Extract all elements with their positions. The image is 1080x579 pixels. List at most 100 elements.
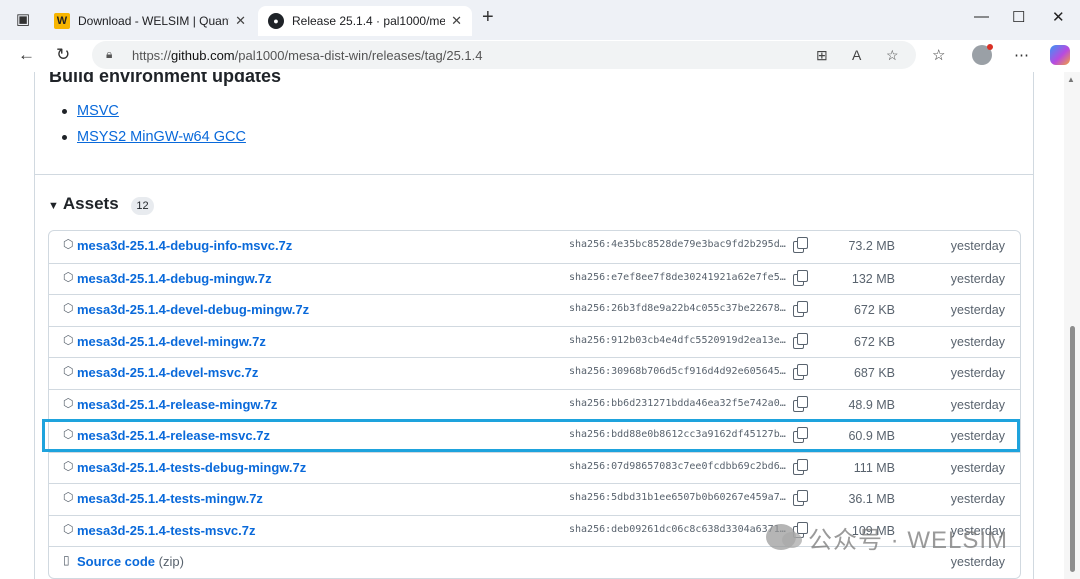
url-text[interactable]: https://github.com/pal1000/mesa-dist-win… [132, 48, 483, 63]
package-icon: ⬡ [63, 490, 74, 504]
section-divider [34, 174, 1033, 175]
package-icon: ⬡ [63, 269, 74, 284]
asset-link[interactable]: mesa3d-25.1.4-devel-msvc.7z [77, 365, 258, 380]
asset-row: ⬡ mesa3d-25.1.4-tests-mingw.7z sha256:5d… [49, 483, 1020, 515]
scrollbar-thumb[interactable] [1070, 326, 1075, 572]
asset-size: 132 MB [851, 271, 895, 286]
read-aloud-icon[interactable]: A [852, 47, 861, 63]
asset-link[interactable]: mesa3d-25.1.4-tests-mingw.7z [77, 491, 263, 506]
more-options-icon[interactable]: ⋯ [1014, 46, 1029, 64]
asset-sha: sha256:deb09261dc06c8c638d3304a63710… [569, 523, 787, 535]
asset-size: 672 KB [853, 334, 895, 349]
package-icon: ⬡ [63, 395, 74, 410]
asset-sha: sha256:bb6d231271bdda46ea32f5e742a08… [569, 397, 787, 409]
asset-size: 687 KB [853, 366, 895, 380]
address-bar[interactable]: 🔒︎ https://github.com/pal1000/mesa-dist-… [92, 41, 916, 69]
asset-date: yesterday [950, 334, 1005, 349]
scroll-up-icon[interactable]: ▲ [1067, 75, 1075, 84]
build-item-link-msvc[interactable]: MSVC [77, 103, 119, 119]
url-path: /pal1000/mesa-dist-win/releases/tag/25.1… [234, 48, 483, 63]
asset-link[interactable]: mesa3d-25.1.4-release-mingw.7z [77, 397, 277, 412]
highlight-box [42, 419, 1020, 452]
package-icon: ⬡ [63, 237, 74, 251]
copy-icon[interactable] [793, 395, 808, 412]
assets-count-badge: 12 [131, 197, 154, 215]
tab-github-release[interactable]: ● Release 25.1.4 · pal1000/mesa-dist-win… [258, 6, 472, 36]
back-arrow-icon[interactable]: ← [18, 45, 35, 65]
asset-date: yesterday [950, 271, 1005, 286]
tab-actions-icon[interactable]: ▣ [16, 10, 30, 28]
watermark-text: 公众号 · WELSIM [808, 526, 1009, 554]
copy-icon[interactable] [793, 490, 808, 506]
close-window-icon[interactable]: ✕ [1052, 8, 1065, 26]
tab-title: Download - WELSIM | Quantify the [78, 14, 229, 28]
tab-bar: ▣ W Download - WELSIM | Quantify the ✕ ●… [0, 0, 1080, 40]
file-zip-icon: ▯ [63, 553, 70, 567]
asset-link[interactable]: mesa3d-25.1.4-tests-msvc.7z [77, 523, 256, 538]
tab-welsim[interactable]: W Download - WELSIM | Quantify the ✕ [44, 6, 256, 36]
asset-row: ⬡ mesa3d-25.1.4-devel-debug-mingw.7z sha… [49, 294, 1020, 326]
copy-icon[interactable] [793, 332, 808, 349]
asset-date: yesterday [950, 303, 1005, 317]
package-icon: ⬡ [63, 332, 74, 347]
copy-icon[interactable] [793, 269, 808, 286]
asset-sha: sha256:5dbd31b1ee6507b0b60267e459a77… [569, 492, 787, 503]
page-viewport: Build environment updates MSVC MSYS2 Min… [0, 72, 1064, 579]
source-code-suffix: (zip) [155, 554, 184, 569]
package-icon: ⬡ [63, 458, 74, 473]
asset-link[interactable]: mesa3d-25.1.4-devel-mingw.7z [77, 334, 266, 349]
asset-link[interactable]: mesa3d-25.1.4-debug-info-msvc.7z [77, 238, 292, 253]
package-icon: ⬡ [63, 364, 74, 378]
asset-sha: sha256:4e35bc8528de79e3bac9fd2b295dd… [569, 239, 787, 250]
asset-link[interactable]: mesa3d-25.1.4-tests-debug-mingw.7z [77, 460, 306, 475]
asset-sha: sha256:e7ef8ee7f8de30241921a62e7fe56… [569, 271, 787, 283]
favorites-icon[interactable]: ☆ [932, 46, 945, 64]
close-icon[interactable]: ✕ [451, 13, 462, 29]
bullet-icon [62, 134, 67, 140]
asset-size: 73.2 MB [848, 239, 895, 253]
url-domain: github.com [171, 48, 235, 63]
close-icon[interactable]: ✕ [235, 13, 246, 29]
tab-title: Release 25.1.4 · pal1000/mesa-dist-win [292, 14, 446, 28]
build-item: MSYS2 MinGW-w64 GCC [62, 129, 246, 145]
copy-icon[interactable] [793, 301, 808, 317]
notification-dot [987, 44, 993, 50]
copy-icon[interactable] [793, 237, 808, 253]
maximize-icon[interactable]: ☐ [1012, 8, 1025, 26]
assets-toggle[interactable]: ▼ Assets [48, 194, 119, 214]
build-env-heading: Build environment updates [49, 72, 282, 86]
build-item: MSVC [62, 103, 119, 119]
browser-toolbar: ← ↻ 🔒︎ https://github.com/pal1000/mesa-d… [0, 40, 1080, 72]
asset-size: 672 KB [853, 303, 895, 317]
asset-link[interactable]: mesa3d-25.1.4-debug-mingw.7z [77, 271, 272, 286]
asset-date: yesterday [950, 366, 1005, 380]
asset-sha: sha256:26b3fd8e9a22b4c055c37be22678c… [569, 303, 787, 314]
asset-row: ⬡ mesa3d-25.1.4-debug-info-msvc.7z sha25… [49, 231, 1020, 263]
package-icon: ⬡ [63, 521, 74, 536]
asset-link[interactable]: mesa3d-25.1.4-devel-debug-mingw.7z [77, 302, 309, 317]
asset-date: yesterday [950, 239, 1005, 253]
caret-down-icon: ▼ [48, 200, 59, 212]
bullet-icon [62, 108, 67, 114]
asset-size: 111 MB [853, 460, 895, 475]
welsim-favicon-icon: W [54, 13, 70, 29]
copy-icon[interactable] [793, 458, 808, 475]
minimize-icon[interactable]: — [974, 8, 989, 25]
asset-date: yesterday [950, 460, 1005, 475]
asset-row: ⬡ mesa3d-25.1.4-debug-mingw.7z sha256:e7… [49, 262, 1020, 295]
lock-icon[interactable]: 🔒︎ [106, 47, 112, 62]
apps-icon[interactable]: ⊞ [816, 47, 828, 64]
asset-size: 48.9 MB [848, 397, 895, 412]
favorite-star-icon[interactable]: ☆ [886, 47, 899, 64]
source-code-link[interactable]: Source code (zip) [77, 554, 184, 569]
asset-sha: sha256:30968b706d5cf916d4d92e605645d… [569, 366, 787, 377]
asset-row: ⬡ mesa3d-25.1.4-tests-debug-mingw.7z sha… [49, 451, 1020, 484]
build-item-link-msys2[interactable]: MSYS2 MinGW-w64 GCC [77, 129, 246, 145]
refresh-icon[interactable]: ↻ [56, 45, 70, 65]
copy-icon[interactable] [793, 364, 808, 380]
copilot-icon[interactable] [1050, 45, 1070, 65]
source-code-label: Source code [77, 554, 156, 569]
watermark: 公众号 · WELSIM [766, 520, 1008, 554]
wechat-icon [766, 524, 802, 550]
new-tab-button[interactable]: + [482, 6, 494, 29]
